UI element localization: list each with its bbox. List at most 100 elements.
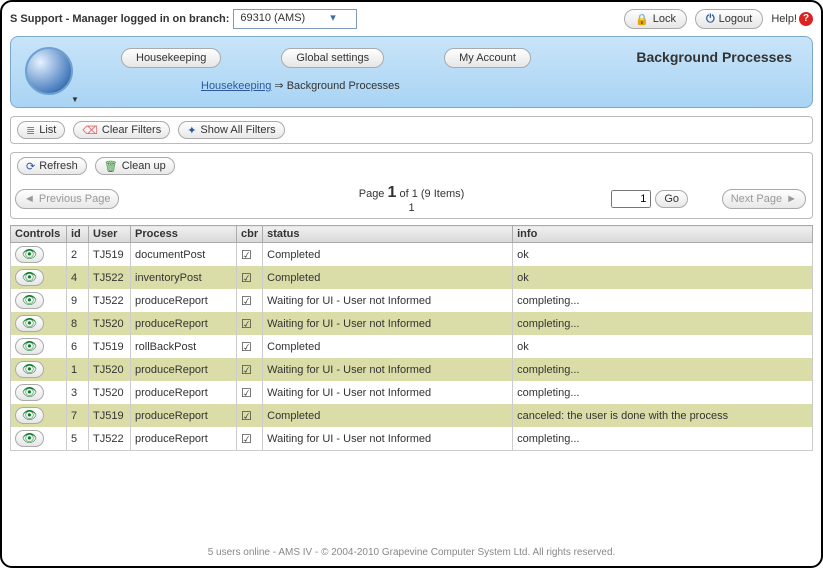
table-row: 👁3TJ520produceReport☑Waiting for UI - Us… — [11, 381, 813, 404]
cell-user: TJ522 — [89, 289, 131, 312]
list-button[interactable]: ≣ List — [17, 121, 65, 139]
app-title: S Support - Manager logged in on branch: — [10, 13, 229, 25]
eye-icon: 👁 — [22, 362, 37, 376]
cell-process: rollBackPost — [131, 335, 237, 358]
tab-my-account[interactable]: My Account — [444, 48, 531, 68]
footer-text: 5 users online - AMS IV - © 2004-2010 Gr… — [2, 547, 821, 558]
col-id[interactable]: id — [67, 226, 89, 243]
page-title: Background Processes — [636, 49, 792, 65]
globe-logo[interactable] — [25, 47, 73, 95]
cell-cbr[interactable]: ☑ — [237, 427, 263, 451]
help-icon: ? — [799, 12, 813, 26]
cell-cbr[interactable]: ☑ — [237, 335, 263, 358]
refresh-icon: ⟳ — [26, 160, 35, 173]
view-button[interactable]: 👁 — [15, 338, 44, 355]
chevron-down-icon: ▾ — [326, 11, 354, 24]
cell-user: TJ520 — [89, 381, 131, 404]
pager-bar: ◄ Previous Page Page 1 of 1 (9 Items) 1 … — [10, 179, 813, 219]
logout-button[interactable]: ⏻ Logout — [695, 9, 763, 29]
eye-icon: 👁 — [22, 385, 37, 399]
pager-current: 1 — [388, 184, 397, 201]
cell-process: produceReport — [131, 289, 237, 312]
show-all-filters-button[interactable]: ✦ Show All Filters — [178, 121, 284, 139]
cell-cbr[interactable]: ☑ — [237, 381, 263, 404]
cell-user: TJ519 — [89, 335, 131, 358]
col-status[interactable]: status — [263, 226, 513, 243]
cell-info: completing... — [513, 312, 813, 335]
cell-user: TJ520 — [89, 358, 131, 381]
pager-word-page: Page — [359, 188, 385, 200]
view-button[interactable]: 👁 — [15, 407, 44, 424]
help-link[interactable]: Help! ? — [771, 12, 813, 26]
list-label: List — [39, 124, 56, 136]
goto-page-input[interactable] — [611, 190, 651, 208]
lock-label: Lock — [653, 13, 676, 25]
cleanup-button[interactable]: 🗑 Clean up — [95, 157, 175, 175]
prev-page-button[interactable]: ◄ Previous Page — [15, 189, 119, 209]
go-button[interactable]: Go — [655, 190, 688, 208]
view-button[interactable]: 👁 — [15, 384, 44, 401]
cell-process: produceReport — [131, 427, 237, 451]
cell-id: 5 — [67, 427, 89, 451]
view-button[interactable]: 👁 — [15, 246, 44, 263]
cell-status: Waiting for UI - User not Informed — [263, 312, 513, 335]
cell-user: TJ519 — [89, 243, 131, 267]
view-button[interactable]: 👁 — [15, 430, 44, 447]
cell-process: produceReport — [131, 312, 237, 335]
cell-info: ok — [513, 335, 813, 358]
tab-housekeeping[interactable]: Housekeeping — [121, 48, 221, 68]
cell-cbr[interactable]: ☑ — [237, 404, 263, 427]
cell-info: ok — [513, 243, 813, 267]
cell-cbr[interactable]: ☑ — [237, 243, 263, 267]
cell-status: Completed — [263, 266, 513, 289]
eye-icon: 👁 — [22, 293, 37, 307]
cell-process: inventoryPost — [131, 266, 237, 289]
breadcrumb-current: Background Processes — [287, 80, 400, 92]
cell-status: Waiting for UI - User not Informed — [263, 358, 513, 381]
clear-filters-label: Clear Filters — [102, 124, 161, 136]
show-all-filters-label: Show All Filters — [200, 124, 275, 136]
lock-button[interactable]: 🔒 Lock — [624, 9, 687, 29]
eye-icon: 👁 — [22, 247, 37, 261]
view-button[interactable]: 👁 — [15, 269, 44, 286]
table-row: 👁5TJ522produceReport☑Waiting for UI - Us… — [11, 427, 813, 451]
cell-info: canceled: the user is done with the proc… — [513, 404, 813, 427]
cell-process: produceReport — [131, 404, 237, 427]
view-button[interactable]: 👁 — [15, 292, 44, 309]
chevron-down-icon[interactable]: ▼ — [71, 95, 79, 104]
view-button[interactable]: 👁 — [15, 315, 44, 332]
logout-label: Logout — [719, 13, 753, 25]
table-row: 👁8TJ520produceReport☑Waiting for UI - Us… — [11, 312, 813, 335]
col-info[interactable]: info — [513, 226, 813, 243]
branch-select[interactable]: 69310 (AMS) ▾ — [233, 9, 356, 29]
branch-select-value: 69310 (AMS) — [236, 12, 323, 24]
lock-icon: 🔒 — [635, 13, 649, 26]
col-controls[interactable]: Controls — [11, 226, 67, 243]
col-cbr[interactable]: cbr — [237, 226, 263, 243]
cell-id: 6 — [67, 335, 89, 358]
pager-status: Page 1 of 1 (9 Items) 1 — [359, 184, 465, 214]
refresh-button[interactable]: ⟳ Refresh — [17, 157, 87, 175]
cell-status: Completed — [263, 243, 513, 267]
cell-user: TJ520 — [89, 312, 131, 335]
cell-user: TJ522 — [89, 427, 131, 451]
cell-cbr[interactable]: ☑ — [237, 266, 263, 289]
cell-user: TJ519 — [89, 404, 131, 427]
clear-filters-button[interactable]: ⌫ Clear Filters — [73, 121, 170, 139]
view-button[interactable]: 👁 — [15, 361, 44, 378]
cell-cbr[interactable]: ☑ — [237, 312, 263, 335]
pager-of-total: of 1 (9 Items) — [399, 188, 464, 200]
col-user[interactable]: User — [89, 226, 131, 243]
table-row: 👁4TJ522inventoryPost☑Completedok — [11, 266, 813, 289]
cell-id: 4 — [67, 266, 89, 289]
tab-global-settings[interactable]: Global settings — [281, 48, 384, 68]
cell-cbr[interactable]: ☑ — [237, 358, 263, 381]
col-process[interactable]: Process — [131, 226, 237, 243]
next-page-button[interactable]: Next Page ► — [722, 189, 806, 209]
cell-process: documentPost — [131, 243, 237, 267]
refresh-label: Refresh — [39, 160, 78, 172]
cell-info: completing... — [513, 381, 813, 404]
cell-cbr[interactable]: ☑ — [237, 289, 263, 312]
eye-icon: 👁 — [22, 316, 37, 330]
breadcrumb-housekeeping[interactable]: Housekeeping — [201, 80, 271, 92]
